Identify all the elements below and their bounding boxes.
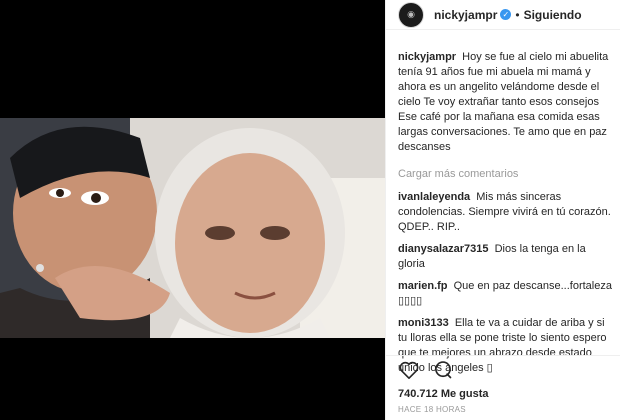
comments-section: nickyjampr Hoy se fue al cielo mi abueli… <box>398 50 613 383</box>
comment-username[interactable]: dianysalazar7315 <box>398 243 489 255</box>
post-timestamp: HACE 18 HORAS <box>398 405 466 414</box>
post-header: ◉ nickyjampr ✓ • Siguiendo <box>386 0 620 30</box>
load-more-comments-link[interactable]: Cargar más comentarios <box>398 167 613 182</box>
list-item: marien.fp Que en paz descanse...fortalez… <box>398 279 613 309</box>
verified-badge-icon: ✓ <box>500 9 512 20</box>
heart-icon[interactable] <box>398 359 420 381</box>
photo-illustration <box>0 118 385 338</box>
post-caption: nickyjampr Hoy se fue al cielo mi abueli… <box>398 50 613 155</box>
post-photo[interactable] <box>0 118 385 338</box>
list-item: ivanlaleyenda Mis más sinceras condolenc… <box>398 190 613 235</box>
following-button[interactable]: Siguiendo <box>524 8 582 22</box>
caption-username[interactable]: nickyjampr <box>398 51 456 63</box>
comment-username[interactable]: moni3133 <box>398 317 449 329</box>
avatar[interactable]: ◉ <box>398 1 424 28</box>
avatar-image-icon: ◉ <box>407 9 415 20</box>
comment-username[interactable]: ivanlaleyenda <box>398 191 470 203</box>
post-media-panel <box>0 0 385 420</box>
header-separator: • <box>515 7 520 22</box>
list-item: dianysalazar7315 Dios la tenga en la glo… <box>398 242 613 272</box>
header-username[interactable]: nickyjampr <box>434 8 497 22</box>
caption-text: Hoy se fue al cielo mi abuelita tenía 91… <box>398 51 609 153</box>
post-details-panel: ◉ nickyjampr ✓ • Siguiendo nickyjampr Ho… <box>385 0 620 420</box>
comment-username[interactable]: marien.fp <box>398 280 448 292</box>
comment-bubble-icon[interactable] <box>432 359 454 381</box>
action-bar <box>386 355 620 383</box>
likes-count[interactable]: 740.712 Me gusta <box>398 388 489 400</box>
